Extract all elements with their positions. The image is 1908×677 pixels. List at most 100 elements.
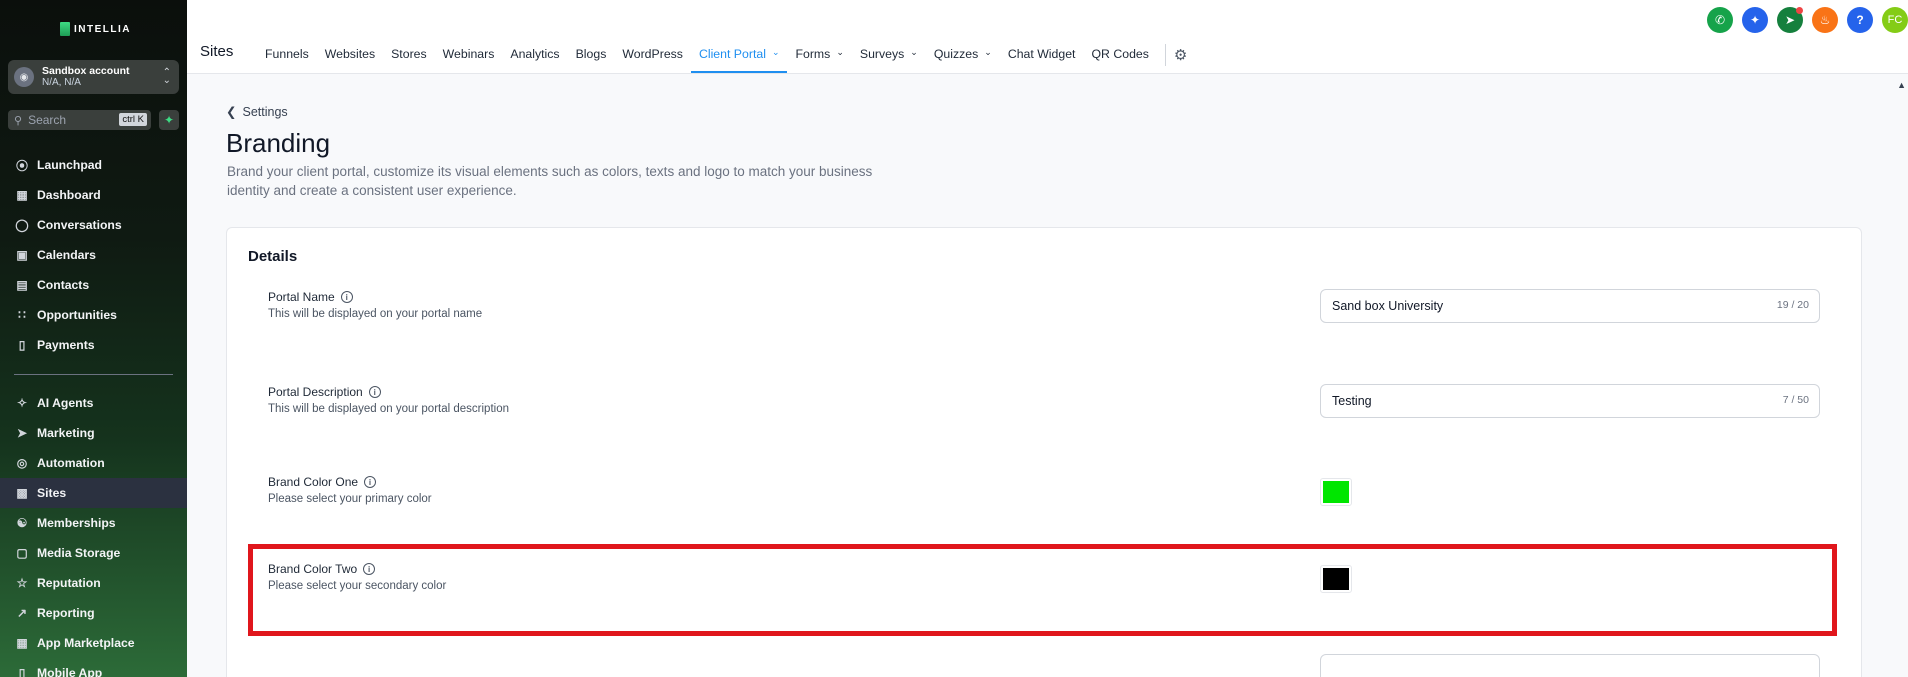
sidebar-item-opportunities[interactable]: ∷ Opportunities	[0, 300, 187, 330]
sidebar-item-mobile-app[interactable]: ▯ Mobile App	[0, 658, 187, 677]
tab-funnels[interactable]: Funnels	[257, 44, 317, 73]
input-value: Sand box University	[1332, 299, 1444, 313]
sidebar-item-reporting[interactable]: ↗ Reporting	[0, 598, 187, 628]
portal-name-input[interactable]: Sand box University 19 / 20	[1320, 289, 1820, 323]
chevron-down-icon: ⌄	[771, 47, 780, 57]
tab-label: Quizzes	[933, 47, 979, 61]
sidebar-nav-secondary: ✧ AI Agents ➤ Marketing ◎ Automation ▩ Sites…	[0, 388, 187, 677]
info-icon[interactable]: i	[340, 291, 353, 303]
tab-surveys[interactable]: Surveys ⌄	[852, 44, 926, 73]
tab-label: Surveys	[859, 47, 905, 61]
info-icon[interactable]: i	[368, 386, 381, 398]
calendar-icon: ▣	[16, 248, 28, 262]
portal-description-label: Portal Description i	[268, 385, 381, 399]
highlight-box	[248, 544, 1837, 636]
sidebar-item-memberships[interactable]: ☯ Memberships	[0, 508, 187, 538]
account-icon: ◉	[14, 67, 34, 87]
account-name: Sandbox account	[42, 65, 130, 77]
sidebar-item-sites[interactable]: ▩ Sites	[0, 478, 187, 508]
tab-websites[interactable]: Websites	[317, 44, 383, 73]
sidebar-item-contacts[interactable]: ▤ Contacts	[0, 270, 187, 300]
tab-label: QR Codes	[1091, 47, 1149, 61]
tab-stores[interactable]: Stores	[383, 44, 435, 73]
sidebar-item-automation[interactable]: ◎ Automation	[0, 448, 187, 478]
sidebar-item-media-storage[interactable]: ▢ Media Storage	[0, 538, 187, 568]
account-switcher[interactable]: ◉ Sandbox account N/A, N/A ⌃ ⌄	[8, 60, 179, 94]
brand-color-one-picker[interactable]	[1320, 478, 1352, 506]
sidebar-nav-primary: ⦿ Launchpad ▦ Dashboard ◯ Conversations ▣ Ca…	[0, 150, 187, 360]
phone-icon: ✆	[1714, 13, 1726, 27]
notifications-button[interactable]: ♨	[1812, 7, 1838, 33]
announcements-button[interactable]: ➤	[1777, 7, 1803, 33]
grid-icon: ▦	[16, 188, 28, 202]
sidebar-item-calendars[interactable]: ▣ Calendars	[0, 240, 187, 270]
sidebar-item-label: App Marketplace	[37, 636, 135, 650]
info-icon[interactable]: i	[364, 476, 377, 488]
apps-icon: ▦	[16, 636, 28, 650]
quick-action-button[interactable]: ✦	[159, 110, 179, 130]
phone-icon: ▯	[18, 666, 26, 677]
scroll-up-icon[interactable]: ▲	[1897, 80, 1906, 90]
sidebar-item-label: Marketing	[37, 426, 95, 440]
sidebar: INTELLIA ◉ Sandbox account N/A, N/A ⌃ ⌄ ⚲…	[0, 0, 187, 677]
sidebar-item-reputation[interactable]: ☆ Reputation	[0, 568, 187, 598]
sidebar-item-label: Memberships	[37, 516, 116, 530]
brand-color-one-label: Brand Color One i	[268, 475, 377, 489]
phone-button[interactable]: ✆	[1707, 7, 1733, 33]
sidebar-item-dashboard[interactable]: ▦ Dashboard	[0, 180, 187, 210]
sidebar-item-marketing[interactable]: ➤ Marketing	[0, 418, 187, 448]
tab-qr-codes[interactable]: QR Codes	[1083, 44, 1156, 73]
gear-icon[interactable]: ⚙	[1174, 44, 1187, 73]
tab-blogs[interactable]: Blogs	[568, 44, 615, 73]
sidebar-item-label: Contacts	[37, 278, 90, 292]
search-icon: ⚲	[14, 114, 23, 127]
user-avatar[interactable]: FC	[1882, 7, 1908, 33]
tabs-divider	[1164, 44, 1166, 66]
sidebar-item-ai-agents[interactable]: ✧ AI Agents	[0, 388, 187, 418]
search-input[interactable]: ⚲ Search ctrl K	[8, 110, 151, 130]
star-icon: ☆	[16, 576, 28, 590]
page-description: Brand your client portal, customize its …	[227, 164, 873, 198]
tab-label: Webinars	[442, 47, 495, 61]
input-value: Testing	[1332, 394, 1372, 408]
automation-icon: ◎	[16, 456, 28, 470]
next-field-input[interactable]	[1320, 654, 1820, 677]
brand-logo[interactable]: INTELLIA	[60, 22, 131, 36]
send-icon: ➤	[16, 426, 28, 440]
field-label-text: Portal Description	[268, 385, 363, 399]
unread-dot	[1796, 7, 1803, 14]
tab-chat-widget[interactable]: Chat Widget	[1000, 44, 1084, 73]
tab-webinars[interactable]: Webinars	[435, 44, 503, 73]
tab-label: Websites	[324, 47, 376, 61]
sidebar-item-label: Media Storage	[37, 546, 121, 560]
account-location: N/A, N/A	[42, 77, 81, 88]
tab-client-portal[interactable]: Client Portal ⌄	[690, 44, 788, 73]
logo-mark-icon	[60, 22, 70, 36]
contact-card-icon: ▤	[16, 278, 28, 292]
sidebar-item-launchpad[interactable]: ⦿ Launchpad	[0, 150, 187, 180]
sidebar-item-label: Conversations	[37, 218, 122, 232]
sidebar-item-conversations[interactable]: ◯ Conversations	[0, 210, 187, 240]
sidebar-item-label: Payments	[37, 338, 95, 352]
megaphone-icon: ➤	[1784, 13, 1796, 27]
help-button[interactable]: ?	[1847, 7, 1873, 33]
tab-analytics[interactable]: Analytics	[502, 44, 567, 73]
sidebar-item-label: Mobile App	[37, 666, 103, 677]
sidebar-item-payments[interactable]: ▯ Payments	[0, 330, 187, 360]
sidebar-item-app-marketplace[interactable]: ▦ App Marketplace	[0, 628, 187, 658]
color-swatch	[1323, 481, 1349, 503]
sidebar-item-label: Calendars	[37, 248, 96, 262]
top-navigation: Sites Funnels Websites Stores Webinars A…	[187, 0, 1908, 74]
tab-label: Blogs	[575, 47, 607, 61]
chevron-left-icon: ❮	[226, 105, 237, 119]
tab-forms[interactable]: Forms ⌄	[787, 44, 851, 73]
back-to-settings-link[interactable]: ❮ Settings	[226, 104, 288, 120]
site-tabs: Funnels Websites Stores Webinars Analyti…	[257, 44, 1187, 73]
tab-quizzes[interactable]: Quizzes ⌄	[926, 44, 1000, 73]
chevron-down-icon: ⌄	[910, 47, 918, 57]
tab-label: Funnels	[265, 47, 309, 61]
character-counter: 7 / 50	[1782, 394, 1809, 406]
magic-wand-button[interactable]: ✦	[1742, 7, 1768, 33]
tab-wordpress[interactable]: WordPress	[614, 44, 691, 73]
portal-description-input[interactable]: Testing 7 / 50	[1320, 384, 1820, 418]
